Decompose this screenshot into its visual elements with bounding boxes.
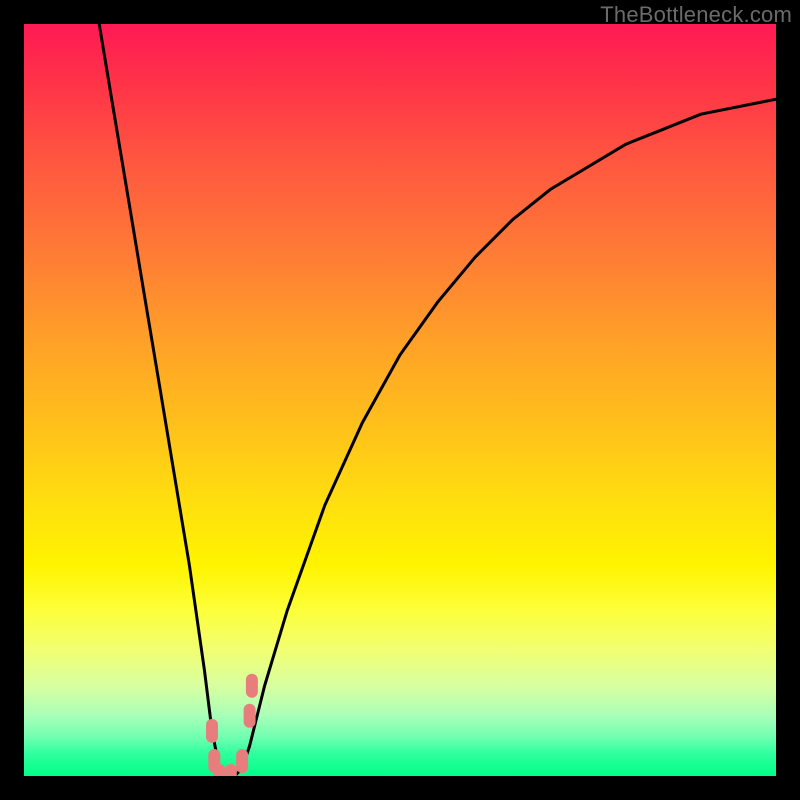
trough-marker-mid1 — [214, 764, 226, 776]
bottleneck-curve-path — [99, 24, 776, 776]
trough-markers-group — [206, 674, 258, 776]
chart-svg — [24, 24, 776, 776]
watermark-label: TheBottleneck.com — [600, 2, 792, 28]
chart-frame — [24, 24, 776, 776]
trough-marker-left — [206, 719, 218, 743]
trough-marker-right3 — [246, 674, 258, 698]
trough-marker-mid2 — [225, 764, 237, 776]
trough-marker-right2 — [236, 749, 248, 773]
trough-marker-right — [244, 704, 256, 728]
